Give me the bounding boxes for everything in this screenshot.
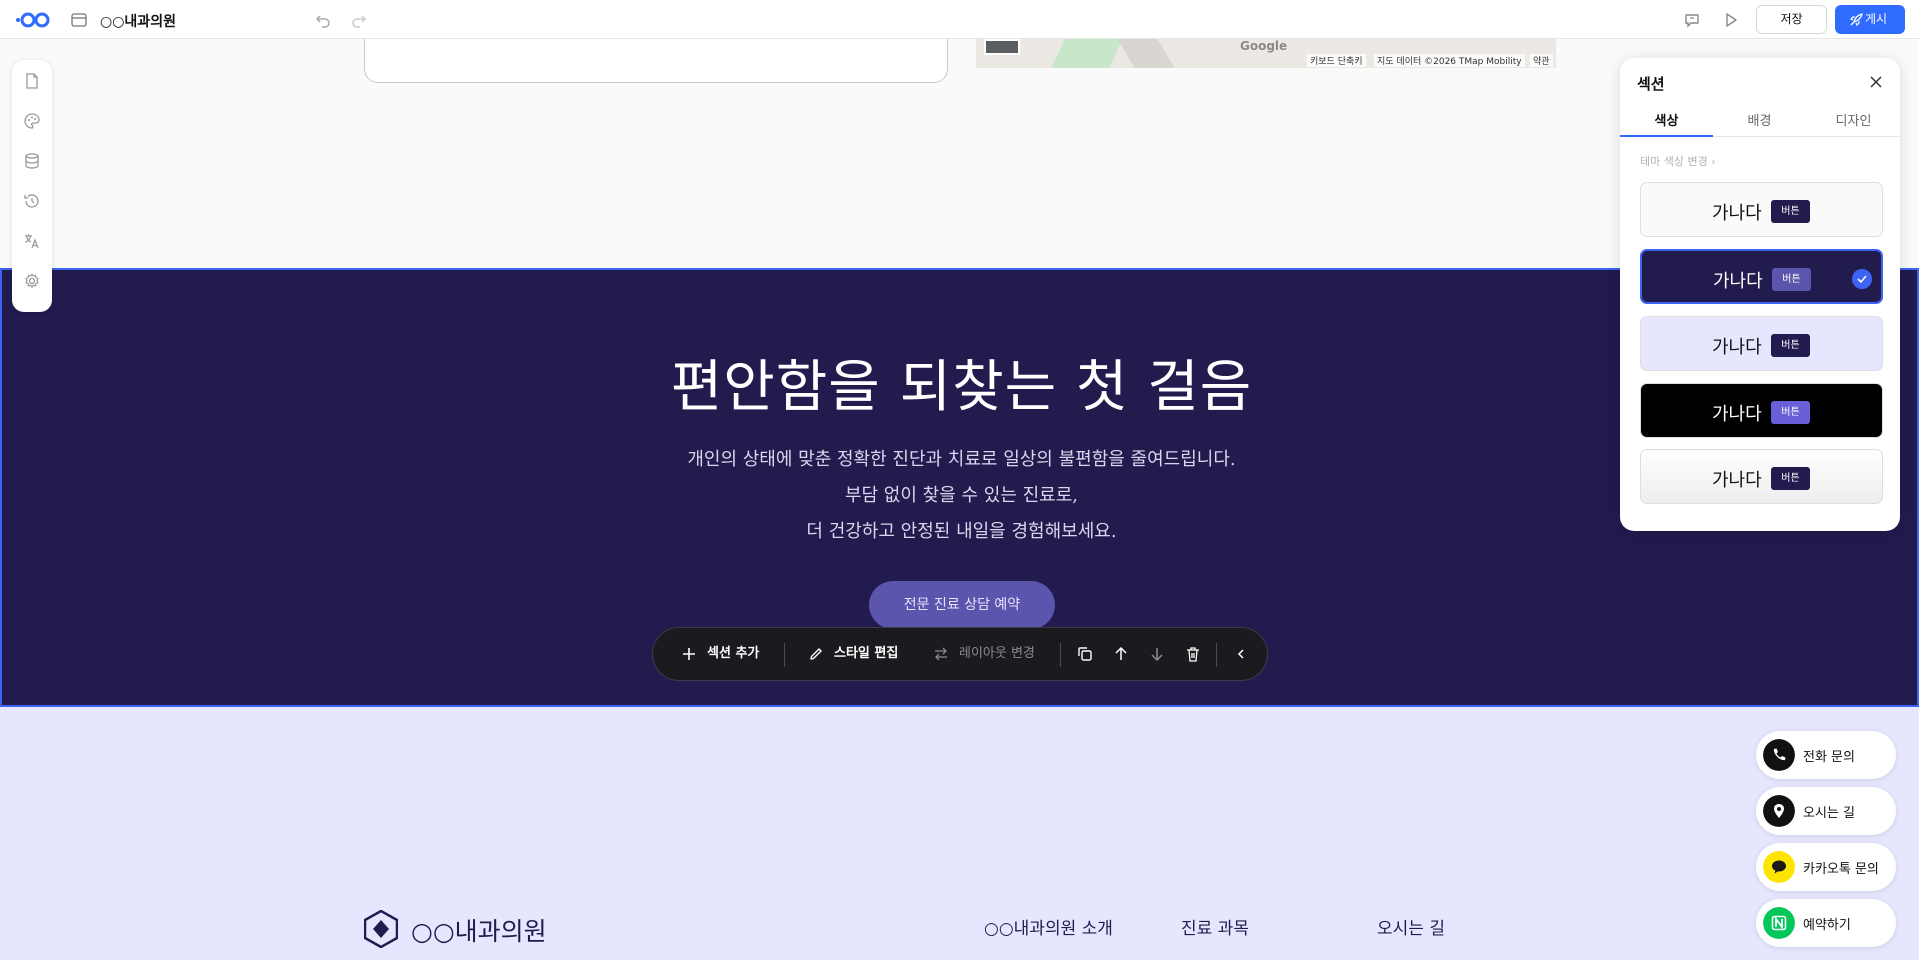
palette-icon[interactable] [23, 112, 41, 130]
footer-link-about[interactable]: ○○내과의원 소개 [984, 914, 1113, 939]
map-road [1117, 39, 1175, 68]
map-terms-link[interactable]: 약관 [1530, 54, 1553, 67]
directions-button[interactable]: 오시는 길 [1756, 787, 1896, 835]
swatch-button-preview: 버튼 [1771, 334, 1810, 357]
chevron-right-icon: › [1711, 155, 1716, 168]
change-layout-button[interactable]: 레이아웃 변경 [933, 628, 1048, 680]
translate-icon[interactable] [23, 232, 41, 250]
toolbar-divider [784, 643, 785, 667]
move-down-icon[interactable] [1148, 645, 1166, 663]
footer-link-directions[interactable]: 오시는 길 [1377, 914, 1445, 939]
phone-inquiry-button[interactable]: 전화 문의 [1756, 731, 1896, 779]
street-view-thumbnail[interactable] [984, 39, 1020, 55]
address-card [364, 39, 948, 83]
close-icon[interactable] [1868, 74, 1884, 90]
footer-section[interactable]: ○○내과의원 ○○내과의원 소개 진료 과목 오시는 길 [0, 707, 1919, 960]
rocket-icon [1849, 13, 1863, 27]
swap-arrows-icon [935, 647, 947, 661]
panel-title: 섹션 [1637, 75, 1665, 93]
left-tool-rail [12, 60, 52, 312]
google-logo: Google [1240, 39, 1288, 53]
location-pin-icon [1763, 795, 1795, 827]
map-keyboard-shortcuts[interactable]: 키보드 단축키 [1307, 54, 1366, 67]
booking-button[interactable]: 예약하기 [1756, 899, 1896, 947]
settings-icon[interactable] [23, 272, 41, 290]
database-icon[interactable] [23, 152, 41, 170]
tab-design[interactable]: 디자인 [1807, 110, 1900, 137]
panel-tabs: 색상 배경 디자인 [1620, 110, 1900, 137]
kakaotalk-inquiry-button[interactable]: 카카오톡 문의 [1756, 843, 1896, 891]
map-data-attribution: 지도 데이터 ©2026 TMap Mobility [1374, 54, 1525, 67]
swatch-button-preview: 버튼 [1771, 200, 1810, 223]
add-section-button[interactable]: 섹션 추가 [681, 628, 773, 680]
save-button[interactable]: 저장 [1756, 5, 1827, 34]
check-icon [1852, 269, 1872, 289]
footer-clinic-name: ○○내과의원 [411, 917, 547, 946]
edit-style-button[interactable]: 스타일 편집 [808, 628, 908, 680]
chevron-left-icon[interactable] [1232, 645, 1250, 663]
map-embed[interactable]: Google 키보드 단축키 지도 데이터 ©2026 TMap Mobilit… [976, 39, 1556, 68]
color-swatch-option[interactable]: 가나다 버튼 [1640, 316, 1883, 371]
footer-link-departments[interactable]: 진료 과목 [1181, 914, 1249, 939]
undo-icon[interactable] [314, 11, 332, 29]
clinic-logo-icon [364, 910, 398, 948]
color-swatch-option-selected[interactable]: 가나다 버튼 [1640, 249, 1883, 304]
section-settings-panel: 섹션 색상 배경 디자인 테마 색상 변경 › 가나다 버튼 가나다 버튼 가나… [1620, 58, 1900, 531]
kakao-chat-icon [1763, 851, 1795, 883]
publish-label: 게시 [1865, 12, 1888, 26]
toolbar-divider [1216, 643, 1217, 667]
app-logo-icon[interactable] [15, 12, 51, 28]
comment-icon[interactable] [1683, 11, 1701, 29]
pencil-icon [810, 648, 822, 660]
color-swatch-option[interactable]: 가나다 버튼 [1640, 182, 1883, 237]
move-up-icon[interactable] [1112, 645, 1130, 663]
phone-icon [1763, 739, 1795, 771]
redo-icon[interactable] [350, 11, 368, 29]
swatch-button-preview: 버튼 [1771, 401, 1810, 424]
map-park-area [1051, 39, 1123, 68]
consultation-booking-button[interactable]: 전문 진료 상담 예약 [869, 581, 1055, 629]
toolbar-divider [1060, 643, 1061, 667]
color-swatch-option[interactable]: 가나다 버튼 [1640, 449, 1883, 504]
page-icon[interactable] [23, 72, 41, 90]
preview-play-icon[interactable] [1722, 11, 1740, 29]
tab-color[interactable]: 색상 [1620, 110, 1713, 137]
section-toolbar: 섹션 추가 스타일 편집 레이아웃 변경 [652, 627, 1268, 681]
color-swatch-option[interactable]: 가나다 버튼 [1640, 383, 1883, 438]
publish-button[interactable]: 게시 [1835, 5, 1905, 34]
top-bar: ○○내과의원 저장 게시 [0, 0, 1919, 39]
history-icon[interactable] [23, 192, 41, 210]
site-title[interactable]: ○○내과의원 [100, 11, 176, 31]
change-theme-color-link[interactable]: 테마 색상 변경 › [1640, 153, 1716, 169]
delete-trash-icon[interactable] [1184, 645, 1202, 663]
page-layout-icon[interactable] [71, 13, 87, 27]
plus-icon [683, 648, 695, 660]
duplicate-icon[interactable] [1076, 645, 1094, 663]
swatch-button-preview: 버튼 [1772, 268, 1811, 291]
tab-background[interactable]: 배경 [1713, 110, 1806, 137]
naver-booking-icon [1763, 907, 1795, 939]
swatch-button-preview: 버튼 [1771, 467, 1810, 490]
